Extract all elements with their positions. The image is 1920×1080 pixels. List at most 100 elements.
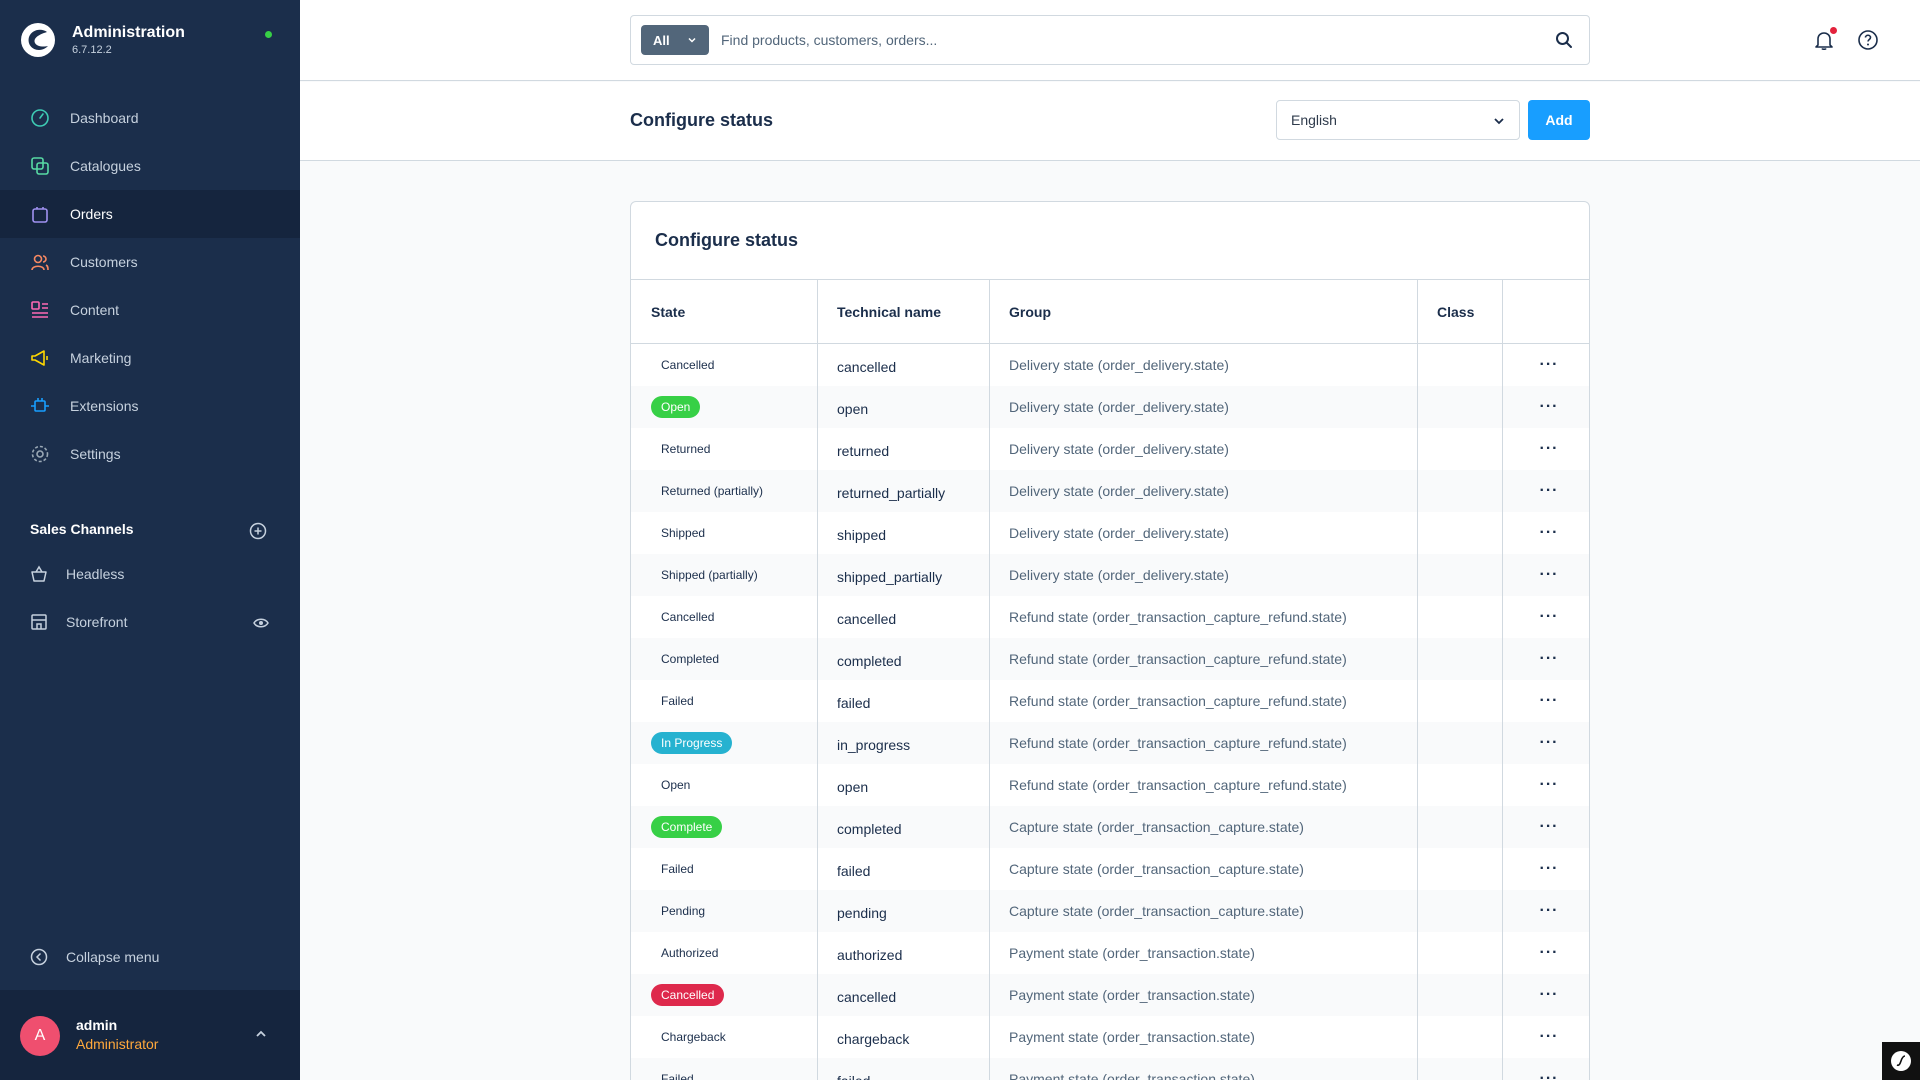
user-menu[interactable]: A admin Administrator xyxy=(0,990,300,1080)
sales-channel-label: Headless xyxy=(66,566,125,582)
table-row[interactable]: Returned returned Delivery state (order_de… xyxy=(631,428,1589,470)
eye-icon[interactable] xyxy=(253,615,269,631)
group-cell: Delivery state (order_delivery.state) xyxy=(1009,567,1229,583)
help-icon[interactable] xyxy=(1857,29,1879,51)
sidebar: Administration 6.7.12.2 Dashboard Catalo… xyxy=(0,0,300,1080)
user-name: admin xyxy=(76,1017,118,1033)
row-actions-button[interactable]: ··· xyxy=(1537,1058,1561,1080)
group-cell: Delivery state (order_delivery.state) xyxy=(1009,483,1229,499)
app-title: Administration xyxy=(72,24,185,41)
page-title: Configure status xyxy=(630,110,774,130)
nav-item-content[interactable]: Content xyxy=(0,286,300,334)
collapse-menu-button[interactable]: Collapse menu xyxy=(30,948,159,966)
row-actions-button[interactable]: ··· xyxy=(1537,428,1561,470)
table-row[interactable]: Open open Refund state (order_transaction_… xyxy=(631,764,1589,806)
row-actions-button[interactable]: ··· xyxy=(1537,764,1561,806)
table-row[interactable]: In Progress in_progress Refund state (orde… xyxy=(631,722,1589,764)
table-row[interactable]: Failed failed Capture state (order_transac… xyxy=(631,848,1589,890)
user-role: Administrator xyxy=(76,1036,159,1052)
technical-name-cell: failed xyxy=(837,1058,870,1080)
row-actions-button[interactable]: ··· xyxy=(1537,932,1561,974)
nav-item-catalogues[interactable]: Catalogues xyxy=(0,142,300,190)
status-badge: In Progress xyxy=(651,732,733,754)
search-input[interactable] xyxy=(721,26,1521,54)
nav-item-settings[interactable]: Settings xyxy=(0,430,300,478)
group-cell: Delivery state (order_delivery.state) xyxy=(1009,441,1229,457)
add-button[interactable]: Add xyxy=(1528,100,1590,140)
technical-name-cell: cancelled xyxy=(837,359,897,375)
state-label: Returned (partially) xyxy=(661,484,764,498)
row-actions-button[interactable]: ··· xyxy=(1537,1016,1561,1058)
online-status-dot xyxy=(265,31,272,38)
table-row[interactable]: Open open Delivery state (order_delivery.s… xyxy=(631,386,1589,428)
row-actions-button[interactable]: ··· xyxy=(1537,596,1561,638)
customers-icon xyxy=(30,252,50,272)
column-header-technical-name[interactable]: Technical name xyxy=(837,280,941,344)
nav-label: Settings xyxy=(70,446,121,462)
table-body: Cancelled cancelled Delivery state (order_… xyxy=(631,344,1589,1080)
add-sales-channel-icon[interactable] xyxy=(249,522,267,540)
global-search: All xyxy=(630,15,1590,65)
nav-item-marketing[interactable]: Marketing xyxy=(0,334,300,382)
row-actions-button[interactable]: ··· xyxy=(1537,344,1561,386)
state-label: Open xyxy=(661,778,691,792)
row-actions-button[interactable]: ··· xyxy=(1537,890,1561,932)
state-cell: Authorized xyxy=(651,932,718,974)
table-row[interactable]: Cancelled cancelled Payment state (order_t… xyxy=(631,974,1589,1016)
row-actions-button[interactable]: ··· xyxy=(1537,806,1561,848)
row-actions-button[interactable]: ··· xyxy=(1537,974,1561,1016)
column-header-group[interactable]: Group xyxy=(1009,280,1051,344)
symfony-toolbar-icon[interactable] xyxy=(1882,1042,1920,1080)
state-cell: Open xyxy=(651,386,701,428)
table-row[interactable]: Pending pending Capture state (order_trans… xyxy=(631,890,1589,932)
nav-item-extensions[interactable]: Extensions xyxy=(0,382,300,430)
state-cell: Open xyxy=(651,764,690,806)
status-badge: Open xyxy=(651,396,701,418)
group-cell: Refund state (order_transaction_capture_… xyxy=(1009,777,1347,793)
nav-item-orders[interactable]: Orders xyxy=(0,190,300,238)
sales-channel-headless[interactable]: Headless xyxy=(0,550,300,598)
state-label: Cancelled xyxy=(661,358,715,372)
column-header-class[interactable]: Class xyxy=(1437,280,1474,344)
nav-item-dashboard[interactable]: Dashboard xyxy=(0,94,300,142)
table-row[interactable]: Failed failed Refund state (order_transact… xyxy=(631,680,1589,722)
row-actions-button[interactable]: ··· xyxy=(1537,512,1561,554)
table-row[interactable]: Cancelled cancelled Refund state (order_tr… xyxy=(631,596,1589,638)
search-type-dropdown[interactable]: All xyxy=(641,25,709,55)
table-row[interactable]: Authorized authorized Payment state (order… xyxy=(631,932,1589,974)
marketing-icon xyxy=(30,348,50,368)
table-row[interactable]: Chargeback chargeback Payment state (order… xyxy=(631,1016,1589,1058)
row-actions-button[interactable]: ··· xyxy=(1537,638,1561,680)
row-actions-button[interactable]: ··· xyxy=(1537,722,1561,764)
search-type-label: All xyxy=(653,32,670,48)
column-divider xyxy=(1502,279,1503,1080)
language-select[interactable]: English xyxy=(1276,100,1520,140)
state-cell: Cancelled xyxy=(651,344,714,386)
search-icon[interactable] xyxy=(1555,31,1573,49)
table-row[interactable]: Returned (partially) returned_partially De… xyxy=(631,470,1589,512)
column-header-state[interactable]: State xyxy=(651,280,685,344)
group-cell: Capture state (order_transaction_capture… xyxy=(1009,819,1304,835)
table-row[interactable]: Shipped (partially) shipped_partially Deli… xyxy=(631,554,1589,596)
state-cell: Failed xyxy=(651,848,694,890)
table-row[interactable]: Shipped shipped Delivery state (order_deli… xyxy=(631,512,1589,554)
shopware-logo-icon xyxy=(21,23,55,57)
nav-item-customers[interactable]: Customers xyxy=(0,238,300,286)
table-row[interactable]: Cancelled cancelled Delivery state (order_… xyxy=(631,344,1589,386)
group-cell: Capture state (order_transaction_capture… xyxy=(1009,903,1304,919)
row-actions-button[interactable]: ··· xyxy=(1537,386,1561,428)
row-actions-button[interactable]: ··· xyxy=(1537,470,1561,512)
app-version: 6.7.12.2 xyxy=(72,44,112,56)
technical-name-cell: open xyxy=(837,779,869,795)
state-cell: Chargeback xyxy=(651,1016,726,1058)
row-actions-button[interactable]: ··· xyxy=(1537,848,1561,890)
state-cell: Failed xyxy=(651,1058,694,1080)
table-row[interactable]: Complete completed Capture state (order_tr… xyxy=(631,806,1589,848)
technical-name-cell: authorized xyxy=(837,947,903,963)
brand[interactable]: Administration 6.7.12.2 xyxy=(20,22,185,58)
table-row[interactable]: Completed completed Refund state (order_tr… xyxy=(631,638,1589,680)
group-cell: Capture state (order_transaction_capture… xyxy=(1009,861,1304,877)
row-actions-button[interactable]: ··· xyxy=(1537,554,1561,596)
row-actions-button[interactable]: ··· xyxy=(1537,680,1561,722)
table-row[interactable]: Failed failed Payment state (order_transac… xyxy=(631,1058,1589,1080)
